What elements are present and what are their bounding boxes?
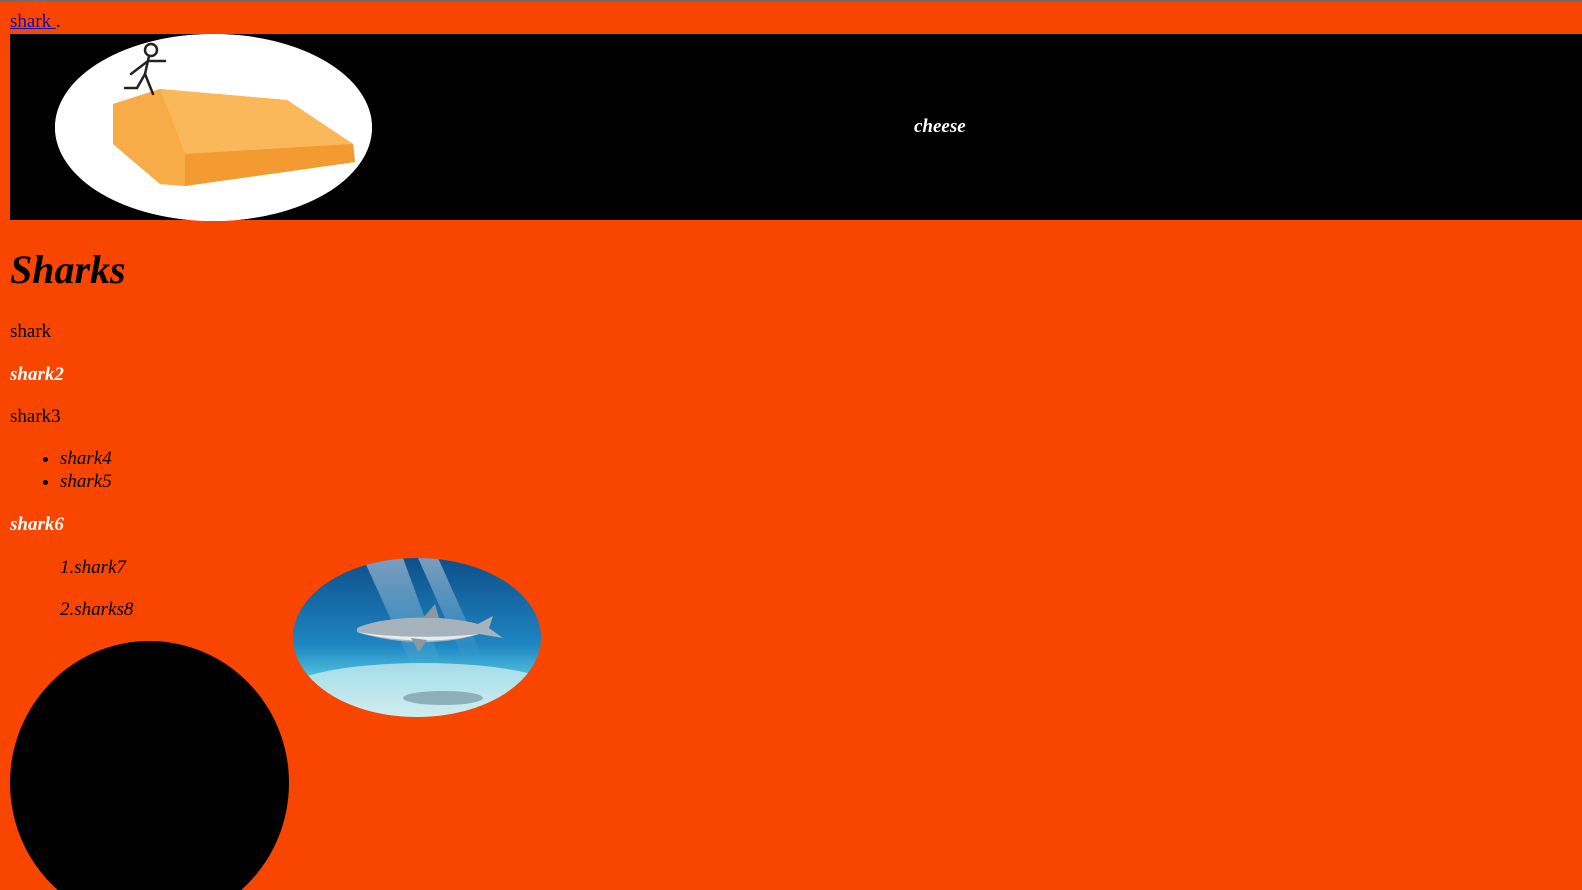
paragraph-6: shark6 (10, 514, 64, 535)
numbered-item-2: 2.sharks8 (60, 599, 134, 620)
banner: cheese (10, 34, 1582, 221)
paragraph-2: shark2 (10, 364, 64, 385)
list-item: shark5 (60, 470, 112, 493)
black-circle (10, 641, 289, 890)
cheese-image (55, 34, 372, 221)
shark-link[interactable]: shark (10, 11, 56, 32)
numbered-item-1: 1.shark7 (60, 557, 126, 578)
banner-title: cheese (914, 116, 966, 137)
page-title: Sharks (10, 247, 126, 292)
link-trailing-dot: . (55, 11, 61, 32)
bullet-list: shark4 shark5 (10, 447, 112, 493)
list-item: shark4 (60, 447, 112, 470)
shark-image (293, 558, 541, 717)
top-link-row: shark . (10, 10, 61, 34)
paragraph-3: shark3 (10, 406, 61, 427)
paragraph-1: shark (10, 321, 52, 342)
top-border (0, 0, 1582, 2)
